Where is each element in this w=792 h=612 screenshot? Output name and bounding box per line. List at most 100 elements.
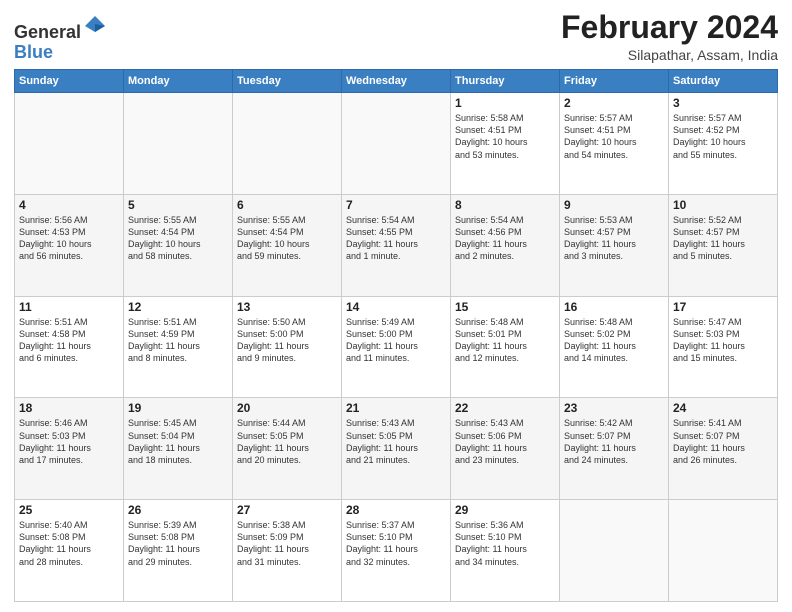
calendar-cell: 28 Sunrise: 5:37 AMSunset: 5:10 PMDayligh… — [342, 500, 451, 602]
day-info: Sunrise: 5:54 AMSunset: 4:55 PMDaylight:… — [346, 214, 446, 263]
calendar-week-1: 1 Sunrise: 5:58 AMSunset: 4:51 PMDaylight… — [15, 93, 778, 195]
day-info: Sunrise: 5:46 AMSunset: 5:03 PMDaylight:… — [19, 417, 119, 466]
day-number: 14 — [346, 300, 446, 314]
calendar-cell: 7 Sunrise: 5:54 AMSunset: 4:55 PMDaylight… — [342, 194, 451, 296]
day-info: Sunrise: 5:56 AMSunset: 4:53 PMDaylight:… — [19, 214, 119, 263]
logo-general: General — [14, 22, 81, 42]
page: General Blue February 2024 Silapathar, A… — [0, 0, 792, 612]
day-number: 29 — [455, 503, 555, 517]
calendar-cell: 5 Sunrise: 5:55 AMSunset: 4:54 PMDaylight… — [124, 194, 233, 296]
day-number: 25 — [19, 503, 119, 517]
calendar-cell: 12Sunrise: 5:51 AMSunset: 4:59 PMDayligh… — [124, 296, 233, 398]
calendar-cell — [124, 93, 233, 195]
calendar-header-thursday: Thursday — [451, 70, 560, 93]
day-info: Sunrise: 5:41 AMSunset: 5:07 PMDaylight:… — [673, 417, 773, 466]
calendar-cell: 19Sunrise: 5:45 AMSunset: 5:04 PMDayligh… — [124, 398, 233, 500]
day-info: Sunrise: 5:55 AMSunset: 4:54 PMDaylight:… — [128, 214, 228, 263]
day-number: 5 — [128, 198, 228, 212]
calendar-cell: 26 Sunrise: 5:39 AMSunset: 5:08 PMDayligh… — [124, 500, 233, 602]
calendar-week-5: 25 Sunrise: 5:40 AMSunset: 5:08 PMDayligh… — [15, 500, 778, 602]
calendar-cell — [560, 500, 669, 602]
day-info: Sunrise: 5:42 AMSunset: 5:07 PMDaylight:… — [564, 417, 664, 466]
day-number: 9 — [564, 198, 664, 212]
calendar-week-2: 4 Sunrise: 5:56 AMSunset: 4:53 PMDaylight… — [15, 194, 778, 296]
day-number: 27 — [237, 503, 337, 517]
month-title: February 2024 — [561, 10, 778, 45]
calendar-cell: 22 Sunrise: 5:43 AMSunset: 5:06 PMDayligh… — [451, 398, 560, 500]
calendar-week-3: 11Sunrise: 5:51 AMSunset: 4:58 PMDayligh… — [15, 296, 778, 398]
day-number: 6 — [237, 198, 337, 212]
calendar-cell: 25 Sunrise: 5:40 AMSunset: 5:08 PMDayligh… — [15, 500, 124, 602]
calendar-cell: 18 Sunrise: 5:46 AMSunset: 5:03 PMDayligh… — [15, 398, 124, 500]
day-info: Sunrise: 5:49 AMSunset: 5:00 PMDaylight:… — [346, 316, 446, 365]
day-number: 7 — [346, 198, 446, 212]
day-info: Sunrise: 5:57 AMSunset: 4:52 PMDaylight:… — [673, 112, 773, 161]
day-info: Sunrise: 5:55 AMSunset: 4:54 PMDaylight:… — [237, 214, 337, 263]
day-number: 24 — [673, 401, 773, 415]
calendar-cell: 2 Sunrise: 5:57 AMSunset: 4:51 PMDaylight… — [560, 93, 669, 195]
calendar-cell: 13 Sunrise: 5:50 AMSunset: 5:00 PMDayligh… — [233, 296, 342, 398]
day-info: Sunrise: 5:39 AMSunset: 5:08 PMDaylight:… — [128, 519, 228, 568]
title-block: February 2024 Silapathar, Assam, India — [561, 10, 778, 63]
calendar-header-friday: Friday — [560, 70, 669, 93]
calendar-cell: 1 Sunrise: 5:58 AMSunset: 4:51 PMDaylight… — [451, 93, 560, 195]
day-info: Sunrise: 5:45 AMSunset: 5:04 PMDaylight:… — [128, 417, 228, 466]
day-number: 1 — [455, 96, 555, 110]
calendar-cell: 15 Sunrise: 5:48 AMSunset: 5:01 PMDayligh… — [451, 296, 560, 398]
day-info: Sunrise: 5:48 AMSunset: 5:02 PMDaylight:… — [564, 316, 664, 365]
day-number: 23 — [564, 401, 664, 415]
day-info: Sunrise: 5:52 AMSunset: 4:57 PMDaylight:… — [673, 214, 773, 263]
calendar-cell: 3 Sunrise: 5:57 AMSunset: 4:52 PMDaylight… — [669, 93, 778, 195]
day-number: 12 — [128, 300, 228, 314]
day-info: Sunrise: 5:48 AMSunset: 5:01 PMDaylight:… — [455, 316, 555, 365]
logo-blue: Blue — [14, 42, 53, 62]
day-info: Sunrise: 5:47 AMSunset: 5:03 PMDaylight:… — [673, 316, 773, 365]
logo: General Blue — [14, 14, 107, 63]
day-info: Sunrise: 5:40 AMSunset: 5:08 PMDaylight:… — [19, 519, 119, 568]
day-number: 20 — [237, 401, 337, 415]
calendar-cell: 20Sunrise: 5:44 AMSunset: 5:05 PMDayligh… — [233, 398, 342, 500]
calendar-header-wednesday: Wednesday — [342, 70, 451, 93]
day-number: 13 — [237, 300, 337, 314]
day-info: Sunrise: 5:38 AMSunset: 5:09 PMDaylight:… — [237, 519, 337, 568]
calendar-cell: 11Sunrise: 5:51 AMSunset: 4:58 PMDayligh… — [15, 296, 124, 398]
day-number: 15 — [455, 300, 555, 314]
calendar-header-row: SundayMondayTuesdayWednesdayThursdayFrid… — [15, 70, 778, 93]
calendar-cell: 29 Sunrise: 5:36 AMSunset: 5:10 PMDayligh… — [451, 500, 560, 602]
day-info: Sunrise: 5:53 AMSunset: 4:57 PMDaylight:… — [564, 214, 664, 263]
day-info: Sunrise: 5:50 AMSunset: 5:00 PMDaylight:… — [237, 316, 337, 365]
calendar-header-saturday: Saturday — [669, 70, 778, 93]
calendar-cell: 16 Sunrise: 5:48 AMSunset: 5:02 PMDayligh… — [560, 296, 669, 398]
calendar-cell: 10 Sunrise: 5:52 AMSunset: 4:57 PMDayligh… — [669, 194, 778, 296]
day-number: 26 — [128, 503, 228, 517]
calendar-cell: 23 Sunrise: 5:42 AMSunset: 5:07 PMDayligh… — [560, 398, 669, 500]
day-number: 2 — [564, 96, 664, 110]
calendar-cell: 9 Sunrise: 5:53 AMSunset: 4:57 PMDaylight… — [560, 194, 669, 296]
day-number: 10 — [673, 198, 773, 212]
day-number: 22 — [455, 401, 555, 415]
day-info: Sunrise: 5:43 AMSunset: 5:06 PMDaylight:… — [455, 417, 555, 466]
header: General Blue February 2024 Silapathar, A… — [14, 10, 778, 63]
calendar-cell: 6 Sunrise: 5:55 AMSunset: 4:54 PMDaylight… — [233, 194, 342, 296]
day-info: Sunrise: 5:57 AMSunset: 4:51 PMDaylight:… — [564, 112, 664, 161]
calendar-cell — [342, 93, 451, 195]
day-info: Sunrise: 5:37 AMSunset: 5:10 PMDaylight:… — [346, 519, 446, 568]
day-number: 28 — [346, 503, 446, 517]
calendar-week-4: 18 Sunrise: 5:46 AMSunset: 5:03 PMDayligh… — [15, 398, 778, 500]
calendar-cell: 14 Sunrise: 5:49 AMSunset: 5:00 PMDayligh… — [342, 296, 451, 398]
logo-icon — [83, 14, 107, 38]
calendar-cell — [15, 93, 124, 195]
calendar-cell: 8Sunrise: 5:54 AMSunset: 4:56 PMDaylight… — [451, 194, 560, 296]
day-number: 4 — [19, 198, 119, 212]
calendar-cell: 27 Sunrise: 5:38 AMSunset: 5:09 PMDayligh… — [233, 500, 342, 602]
calendar-cell: 24 Sunrise: 5:41 AMSunset: 5:07 PMDayligh… — [669, 398, 778, 500]
calendar-cell: 21Sunrise: 5:43 AMSunset: 5:05 PMDayligh… — [342, 398, 451, 500]
day-number: 18 — [19, 401, 119, 415]
day-number: 17 — [673, 300, 773, 314]
day-info: Sunrise: 5:58 AMSunset: 4:51 PMDaylight:… — [455, 112, 555, 161]
day-number: 3 — [673, 96, 773, 110]
day-info: Sunrise: 5:36 AMSunset: 5:10 PMDaylight:… — [455, 519, 555, 568]
day-number: 16 — [564, 300, 664, 314]
calendar-cell: 17 Sunrise: 5:47 AMSunset: 5:03 PMDayligh… — [669, 296, 778, 398]
calendar-header-monday: Monday — [124, 70, 233, 93]
